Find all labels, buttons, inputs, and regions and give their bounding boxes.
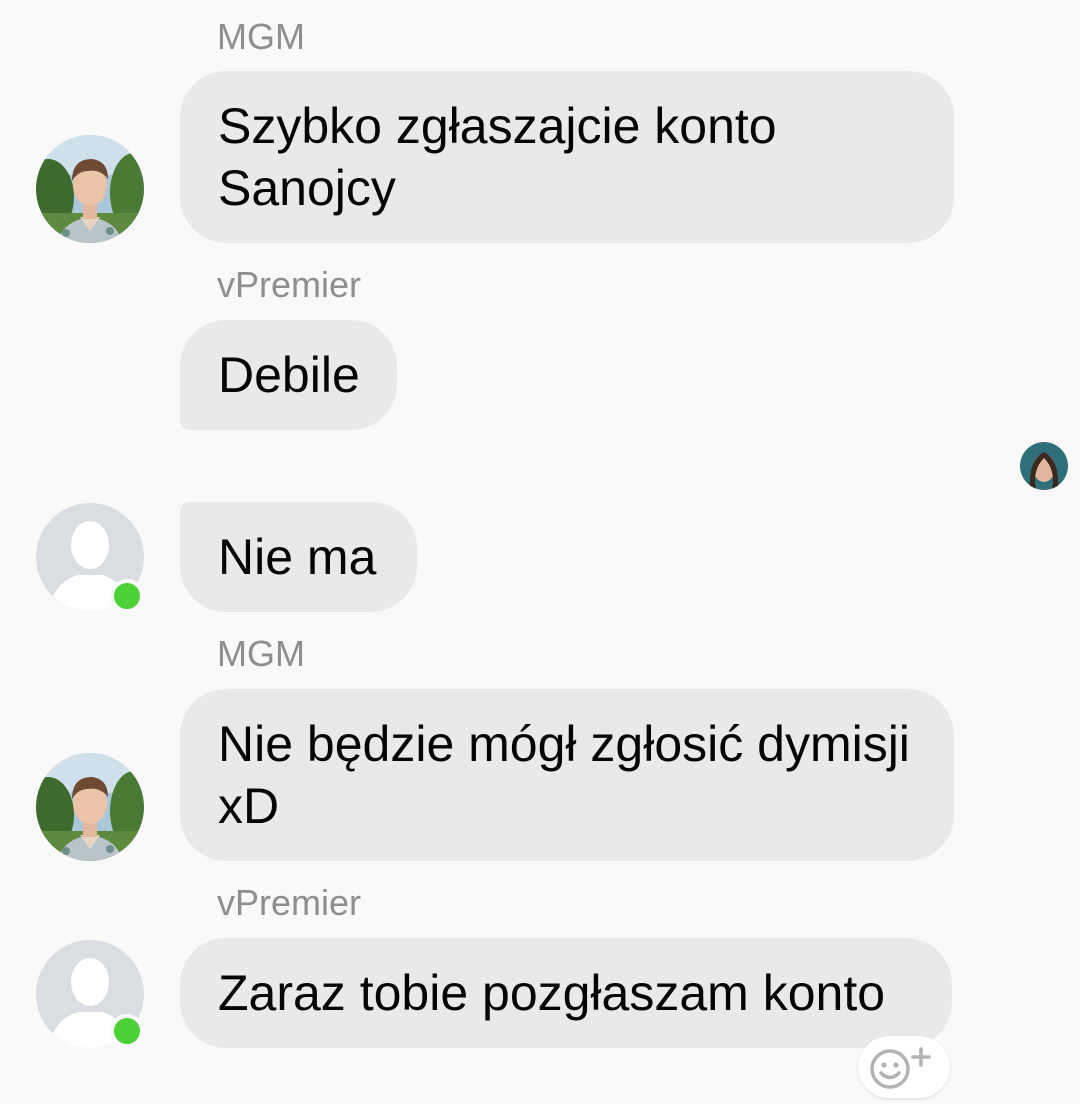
user-photo-avatar-icon[interactable] (36, 753, 144, 861)
message-bubble[interactable]: Debile (180, 320, 397, 430)
read-receipt-avatar-icon (1020, 442, 1068, 490)
message-bubble[interactable]: Zaraz tobie pozgłaszam konto (180, 938, 952, 1048)
message-bubble[interactable]: Nie będzie mógł zgłosić dymisji xD (180, 689, 954, 861)
message-text: Nie ma (218, 529, 377, 585)
add-reaction-button[interactable] (858, 1036, 950, 1098)
message-text: Szybko zgłaszajcie konto Sanojcy (218, 98, 777, 216)
message-text: Debile (218, 347, 360, 403)
user-photo-avatar-icon[interactable] (36, 135, 144, 243)
online-status-icon (110, 1014, 144, 1048)
message-text: Nie będzie mógł zgłosić dymisji xD (218, 716, 910, 834)
message-text: Zaraz tobie pozgłaszam konto (218, 965, 886, 1021)
sender-name: MGM (217, 633, 305, 674)
online-status-icon (110, 579, 144, 613)
message-bubble[interactable]: Nie ma (180, 502, 417, 612)
add-reaction-icon (870, 1047, 931, 1089)
message-bubble[interactable]: Szybko zgłaszajcie konto Sanojcy (180, 71, 954, 243)
sender-name: vPremier (217, 882, 362, 923)
sender-name: vPremier (217, 264, 362, 305)
sender-name: MGM (217, 16, 305, 57)
